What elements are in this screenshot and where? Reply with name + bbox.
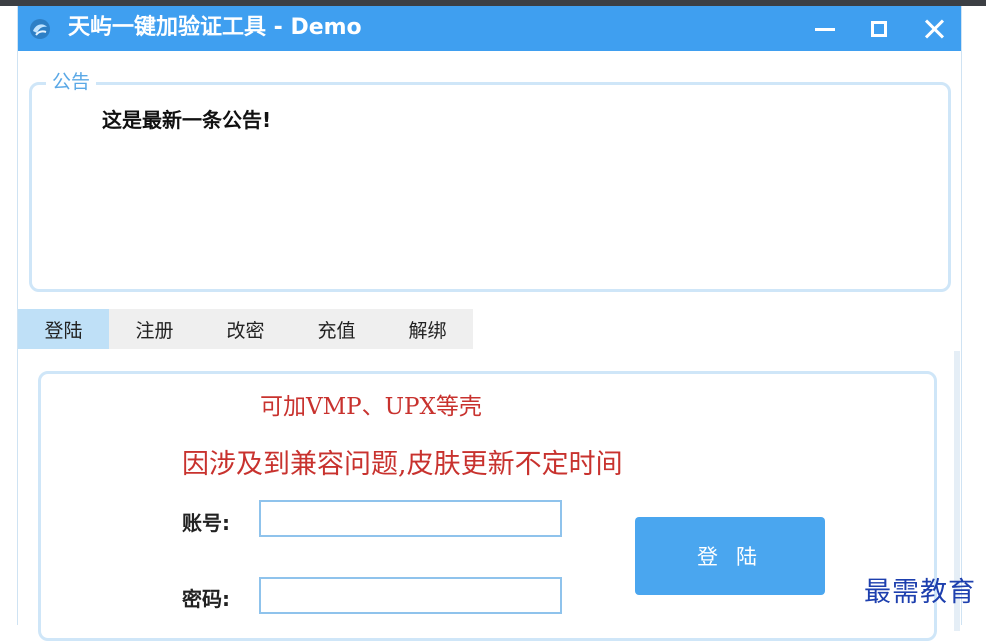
notice-legend: 公告	[46, 70, 97, 94]
info-text-shell: 可加VMP、UPX等壳	[260, 394, 482, 420]
maximize-icon	[871, 20, 887, 37]
account-input[interactable]	[259, 500, 562, 537]
tab-change-password[interactable]: 改密	[200, 309, 291, 349]
minimize-icon	[815, 28, 835, 31]
minimize-button[interactable]	[802, 6, 848, 51]
tab-login[interactable]: 登陆	[18, 309, 109, 349]
title-bar[interactable]: 天屿一键加验证工具 - Demo	[18, 6, 961, 51]
tab-unbind[interactable]: 解绑	[382, 309, 473, 349]
tab-register[interactable]: 注册	[109, 309, 200, 349]
app-window: 天屿一键加验证工具 - Demo 公告 这是最新一条公告! 登陆 注册 改密 充…	[17, 6, 962, 641]
maximize-button[interactable]	[856, 6, 902, 51]
tab-recharge[interactable]: 充值	[291, 309, 382, 349]
password-label: 密码:	[182, 587, 230, 611]
watermark-text: 最需教育	[864, 577, 976, 608]
password-input[interactable]	[259, 577, 562, 614]
app-logo-icon	[30, 19, 50, 39]
close-button[interactable]	[911, 6, 957, 51]
notice-content: 这是最新一条公告!	[102, 108, 272, 132]
login-button[interactable]: 登陆	[635, 517, 825, 595]
account-label: 账号:	[182, 511, 230, 535]
tab-bar: 登陆 注册 改密 充值 解绑	[18, 309, 473, 349]
close-icon	[923, 18, 945, 40]
window-title: 天屿一键加验证工具 - Demo	[68, 15, 362, 40]
info-text-compat: 因涉及到兼容问题,皮肤更新不定时间	[182, 449, 623, 480]
